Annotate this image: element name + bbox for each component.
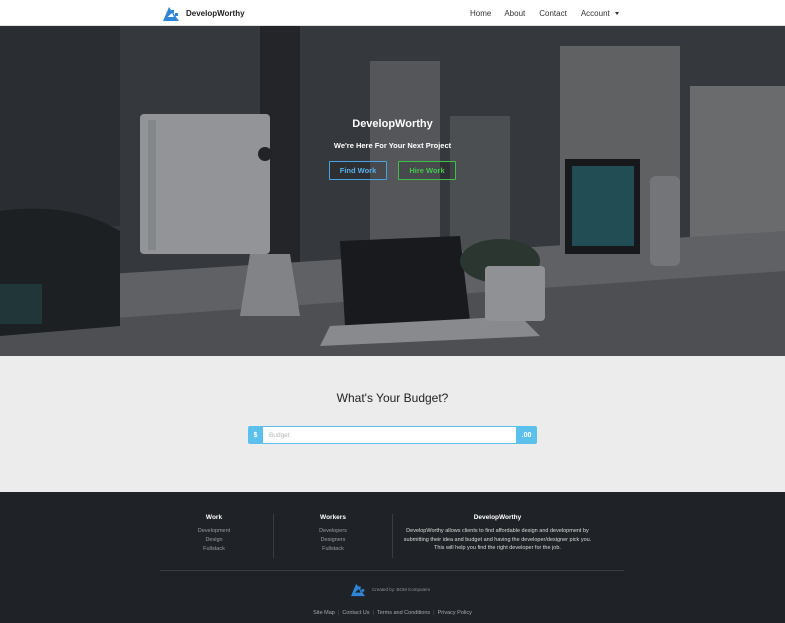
footer-about-column: DevelopWorthy DevelopWorthy allows clien… (395, 514, 600, 553)
budget-section: What's Your Budget? $ .00 (0, 356, 785, 492)
nav-account-label: Account (580, 8, 610, 18)
brand[interactable]: DevelopWorthy (162, 4, 245, 22)
footer-link-separator: | (433, 610, 435, 616)
budget-input[interactable] (263, 426, 516, 444)
footer-about-heading: DevelopWorthy (473, 514, 522, 521)
footer-link-development[interactable]: Development (160, 527, 268, 536)
dollar-addon: $ (248, 426, 263, 444)
brand-name: DevelopWorthy (186, 8, 245, 18)
footer-workers-heading: Workers (320, 514, 346, 521)
footer-contact-link[interactable]: Contact Us (342, 610, 369, 616)
footer-about-line: This will help you find the right develo… (434, 545, 561, 551)
budget-title: What's Your Budget? (336, 391, 449, 405)
nav-home-link[interactable]: Home (470, 9, 491, 18)
footer-link-developers[interactable]: Developers (278, 527, 388, 536)
nav-links: Home About Contact Account (470, 0, 635, 26)
footer-divider (392, 514, 393, 558)
developworthy-logo-icon (350, 583, 366, 597)
footer-workers-column: Workers Developers Designers Fullstack (278, 514, 388, 554)
footer-link-separator: | (372, 610, 374, 616)
footer-work-column: Work Development Design Fullstack (160, 514, 268, 554)
budget-input-group: $ .00 (248, 426, 537, 444)
footer-horizontal-divider (160, 570, 624, 571)
find-work-button[interactable]: Find Work (329, 161, 387, 180)
footer-link-designers[interactable]: Designers (278, 536, 388, 545)
nav-account-dropdown[interactable]: Account (581, 9, 619, 18)
footer-about-line: DevelopWorthy allows clients to find aff… (406, 528, 589, 534)
nav-contact-link[interactable]: Contact (539, 9, 567, 18)
footer-links: Site Map | Contact Us | Terms and Conditions… (0, 610, 785, 616)
hero-overlay (0, 26, 785, 356)
footer-terms-link[interactable]: Terms and Conditions (377, 610, 430, 616)
footer-sitemap-link[interactable]: Site Map (313, 610, 335, 616)
footer-link-design[interactable]: Design (160, 536, 268, 545)
navbar: DevelopWorthy Home About Contact Account (0, 0, 785, 26)
hero-subtitle: We're Here For Your Next Project (333, 141, 452, 150)
developworthy-logo-icon (163, 6, 179, 21)
footer: Work Development Design Fullstack Worker… (0, 492, 785, 623)
caret-down-icon (614, 11, 619, 15)
cents-addon: .00 (516, 426, 537, 444)
footer-link-fullstack-workers[interactable]: Fullstack (278, 545, 388, 554)
hire-work-button[interactable]: Hire Work (398, 161, 456, 180)
nav-about-link[interactable]: About (504, 9, 525, 18)
footer-about-line: submitting their idea and budget and hav… (403, 536, 592, 543)
footer-divider (273, 514, 274, 558)
footer-privacy-link[interactable]: Privacy Policy (438, 610, 472, 616)
hero-title: DevelopWorthy (352, 118, 433, 130)
footer-link-fullstack-work[interactable]: Fullstack (160, 545, 268, 554)
footer-work-heading: Work (205, 514, 223, 521)
footer-credit: Created by: BOM Computers (372, 587, 431, 592)
footer-link-separator: | (337, 610, 340, 616)
hero-section: DevelopWorthy We're Here For Your Next P… (0, 26, 785, 356)
